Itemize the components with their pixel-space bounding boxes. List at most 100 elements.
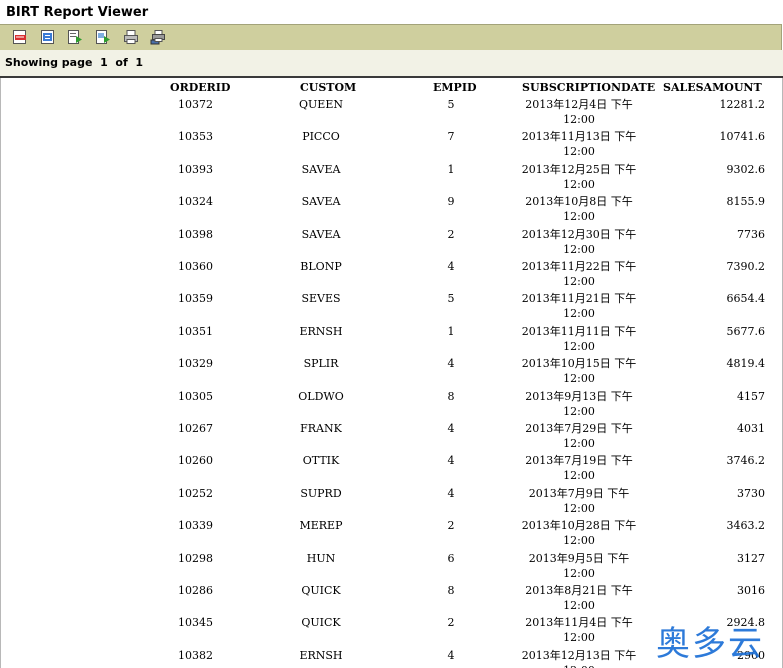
orderid-cell: 10345 (178, 616, 213, 629)
custom-cell: FRANK (300, 422, 342, 435)
subscriptiondate-cell: 2013年11月22日 下午12:00 (521, 260, 637, 288)
subscriptiondate-cell: 2013年12月25日 下午12:00 (521, 163, 637, 191)
subscriptiondate-cell: 2013年7月9日 下午12:00 (528, 487, 630, 515)
subscriptiondate-cell: 2013年11月4日 下午12:00 (525, 616, 633, 644)
custom-cell: SAVEA (301, 228, 341, 241)
orderid-cell: 10252 (178, 487, 213, 500)
column-header-orderid: ORDERID (170, 81, 231, 94)
salesamount-cell: 10741.6 (719, 130, 766, 143)
salesamount-cell: 3730 (737, 487, 765, 500)
app-title: BIRT Report Viewer (6, 5, 149, 20)
subscriptiondate-cell: 2013年8月21日 下午12:00 (525, 584, 633, 612)
orderid-cell: 10398 (178, 228, 213, 241)
subscriptiondate-cell: 2013年11月13日 下午12:00 (521, 130, 637, 158)
empid-cell: 7 (447, 130, 455, 143)
salesamount-cell: 4819.4 (726, 357, 766, 370)
salesamount-cell: 4031 (737, 422, 765, 435)
print-icon (124, 30, 138, 44)
salesamount-cell: 3463.2 (726, 519, 766, 532)
column-header-custom: CUSTOM (300, 81, 357, 94)
export-report-button[interactable] (95, 29, 111, 45)
orderid-cell: 10305 (178, 390, 213, 403)
parameters-icon (41, 30, 54, 44)
custom-cell: QUEEN (299, 98, 343, 111)
salesamount-cell: 7390.2 (726, 260, 766, 273)
salesamount-cell: 3016 (737, 584, 765, 597)
orderid-cell: 10351 (178, 325, 213, 338)
subscriptiondate-cell: 2013年12月4日 下午12:00 (525, 98, 633, 126)
custom-cell: OTTIK (302, 454, 340, 467)
subscriptiondate-cell: 2013年7月19日 下午12:00 (525, 454, 633, 482)
orderid-cell: 10353 (178, 130, 213, 143)
subscriptiondate-cell: 2013年10月8日 下午12:00 (525, 195, 633, 223)
custom-cell: BLONP (300, 260, 342, 273)
orderid-cell: 10372 (178, 98, 213, 111)
empid-cell: 2 (447, 228, 455, 241)
custom-cell: QUICK (301, 616, 341, 629)
custom-cell: QUICK (301, 584, 341, 597)
print-button[interactable] (123, 29, 139, 45)
custom-cell: MEREP (299, 519, 343, 532)
orderid-cell: 10329 (178, 357, 213, 370)
export-data-button[interactable] (67, 29, 83, 45)
empid-cell: 6 (447, 552, 455, 565)
page-status: Showing page 1 of 1 (5, 56, 144, 69)
custom-cell: PICCO (302, 130, 340, 143)
orderid-cell: 10267 (178, 422, 213, 435)
subscriptiondate-cell: 2013年9月5日 下午12:00 (528, 552, 630, 580)
export-report-icon (96, 30, 110, 44)
custom-cell: SAVEA (301, 195, 341, 208)
empid-cell: 1 (447, 163, 455, 176)
empid-cell: 4 (447, 357, 455, 370)
salesamount-cell: 3127 (737, 552, 765, 565)
empid-cell: 4 (447, 260, 455, 273)
toc-icon (13, 30, 26, 44)
subscriptiondate-cell: 2013年12月13日 下午12:00 (521, 649, 637, 668)
custom-cell: SUPRD (300, 487, 342, 500)
column-header-empid: EMPID (433, 81, 477, 94)
custom-cell: ERNSH (299, 325, 343, 338)
subscriptiondate-cell: 2013年7月29日 下午12:00 (525, 422, 633, 450)
custom-cell: HUN (306, 552, 336, 565)
orderid-cell: 10339 (178, 519, 213, 532)
title-bar: BIRT Report Viewer (0, 0, 783, 24)
custom-cell: SAVEA (301, 163, 341, 176)
empid-cell: 4 (447, 422, 455, 435)
orderid-cell: 10360 (178, 260, 213, 273)
salesamount-cell: 8155.9 (726, 195, 766, 208)
parameters-button[interactable] (40, 29, 56, 45)
salesamount-cell: 6654.4 (726, 292, 766, 305)
orderid-cell: 10324 (178, 195, 213, 208)
custom-cell: OLDWO (298, 390, 344, 403)
empid-cell: 4 (447, 454, 455, 467)
print-server-button[interactable] (150, 29, 166, 45)
custom-cell: ERNSH (299, 649, 343, 662)
salesamount-cell: 5677.6 (726, 325, 766, 338)
empid-cell: 8 (447, 390, 455, 403)
navigation-bar: Showing page 1 of 1 (0, 50, 783, 78)
empid-cell: 4 (447, 649, 455, 662)
empid-cell: 5 (447, 98, 455, 111)
orderid-cell: 10260 (178, 454, 213, 467)
empid-cell: 5 (447, 292, 455, 305)
report-table: ORDERID CUSTOM EMPID SUBSCRIPTIONDATE SA… (0, 78, 783, 668)
column-header-salesamount: SALESAMOUNT (663, 81, 762, 94)
salesamount-cell: 9302.6 (726, 163, 766, 176)
salesamount-cell: 12281.2 (719, 98, 766, 111)
empid-cell: 4 (447, 487, 455, 500)
subscriptiondate-cell: 2013年9月13日 下午12:00 (525, 390, 633, 418)
subscriptiondate-cell: 2013年11月11日 下午12:00 (521, 325, 637, 353)
toolbar (0, 24, 782, 51)
orderid-cell: 10359 (178, 292, 213, 305)
subscriptiondate-cell: 2013年10月28日 下午12:00 (521, 519, 637, 547)
empid-cell: 9 (447, 195, 455, 208)
toc-button[interactable] (12, 29, 28, 45)
empid-cell: 8 (447, 584, 455, 597)
salesamount-cell: 3746.2 (726, 454, 766, 467)
custom-cell: SEVES (301, 292, 341, 305)
orderid-cell: 10298 (178, 552, 213, 565)
orderid-cell: 10393 (178, 163, 213, 176)
subscriptiondate-cell: 2013年11月21日 下午12:00 (521, 292, 637, 320)
empid-cell: 2 (447, 519, 455, 532)
empid-cell: 2 (447, 616, 455, 629)
